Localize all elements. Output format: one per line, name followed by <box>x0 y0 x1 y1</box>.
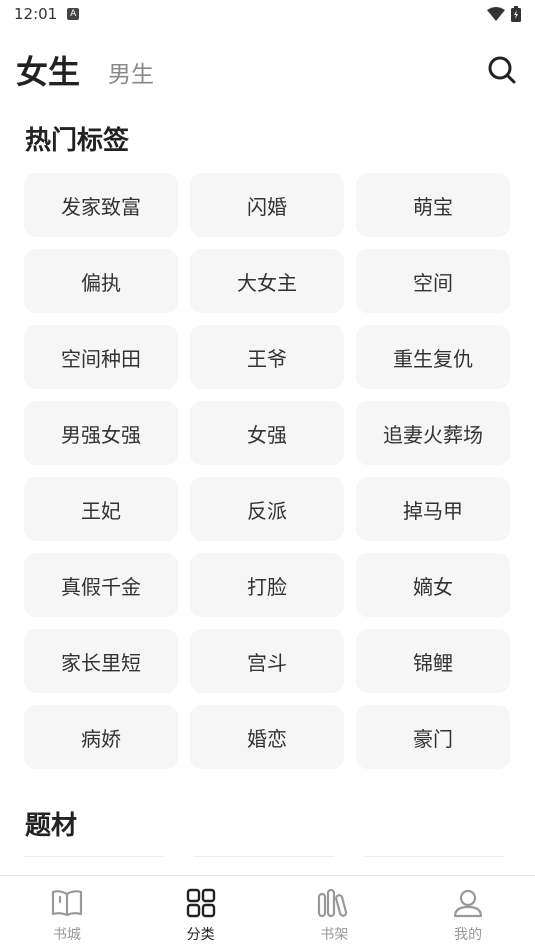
hot-tag-item[interactable]: 真假千金 <box>24 553 178 617</box>
grid-icon <box>184 886 218 920</box>
subject-card-edge <box>24 856 164 857</box>
nav-label: 分类 <box>186 927 215 943</box>
battery-icon <box>511 6 521 22</box>
status-bar: 12:01 A <box>0 0 535 28</box>
hot-tag-item[interactable]: 空间种田 <box>24 325 178 389</box>
hot-tag-item[interactable]: 掉马甲 <box>356 477 510 541</box>
search-button[interactable] <box>485 53 519 87</box>
bookshelf-icon <box>317 886 351 920</box>
nav-label: 我的 <box>454 927 483 943</box>
status-icons <box>487 6 521 22</box>
nav-bookstore[interactable]: 书城 <box>0 876 134 951</box>
book-open-icon <box>50 886 84 920</box>
hot-tag-item[interactable]: 重生复仇 <box>356 325 510 389</box>
hot-tag-item[interactable]: 偏执 <box>24 249 178 313</box>
person-icon <box>451 886 485 920</box>
hot-tag-item[interactable]: 宫斗 <box>190 629 344 693</box>
subject-card-edge <box>364 856 504 857</box>
hot-tag-item[interactable]: 大女主 <box>190 249 344 313</box>
nav-bookshelf[interactable]: 书架 <box>268 876 402 951</box>
nav-label: 书架 <box>320 927 349 943</box>
hot-tag-item[interactable]: 闪婚 <box>190 173 344 237</box>
hot-tag-item[interactable]: 发家致富 <box>24 173 178 237</box>
hot-tag-item[interactable]: 女强 <box>190 401 344 465</box>
nav-label: 书城 <box>52 927 81 943</box>
category-header: 女生 男生 <box>0 42 535 98</box>
nav-category[interactable]: 分类 <box>134 876 268 951</box>
hot-tag-item[interactable]: 空间 <box>356 249 510 313</box>
hot-tag-item[interactable]: 病娇 <box>24 705 178 769</box>
tab-male[interactable]: 男生 <box>108 51 154 89</box>
hot-tag-item[interactable]: 家长里短 <box>24 629 178 693</box>
hot-tag-item[interactable]: 追妻火葬场 <box>356 401 510 465</box>
hot-tag-item[interactable]: 反派 <box>190 477 344 541</box>
hot-tag-item[interactable]: 锦鲤 <box>356 629 510 693</box>
subject-card-edge <box>194 856 334 857</box>
hot-tag-item[interactable]: 王妃 <box>24 477 178 541</box>
search-icon <box>488 56 516 84</box>
subjects-peek <box>24 856 510 857</box>
hot-tags-title: 热门标签 <box>25 126 130 156</box>
hot-tags-grid: 发家致富 闪婚 萌宝偏执 大女主 空间空间种田 王爷 重生复仇男强女强 女强 追妻火葬场王妃 反派… <box>24 173 510 769</box>
notification-icon: A <box>67 8 80 20</box>
hot-tag-item[interactable]: 男强女强 <box>24 401 178 465</box>
status-time: 12:01 <box>14 5 58 23</box>
hot-tag-item[interactable]: 打脸 <box>190 553 344 617</box>
hot-tag-item[interactable]: 嫡女 <box>356 553 510 617</box>
hot-tag-item[interactable]: 萌宝 <box>356 173 510 237</box>
hot-tag-item[interactable]: 婚恋 <box>190 705 344 769</box>
tab-female[interactable]: 女生 <box>16 47 80 93</box>
subjects-title: 题材 <box>25 811 78 841</box>
bottom-nav: 书城 分类 书架 我的 <box>0 875 535 951</box>
wifi-icon <box>487 7 505 21</box>
hot-tag-item[interactable]: 豪门 <box>356 705 510 769</box>
hot-tag-item[interactable]: 王爷 <box>190 325 344 389</box>
nav-mine[interactable]: 我的 <box>401 876 535 951</box>
